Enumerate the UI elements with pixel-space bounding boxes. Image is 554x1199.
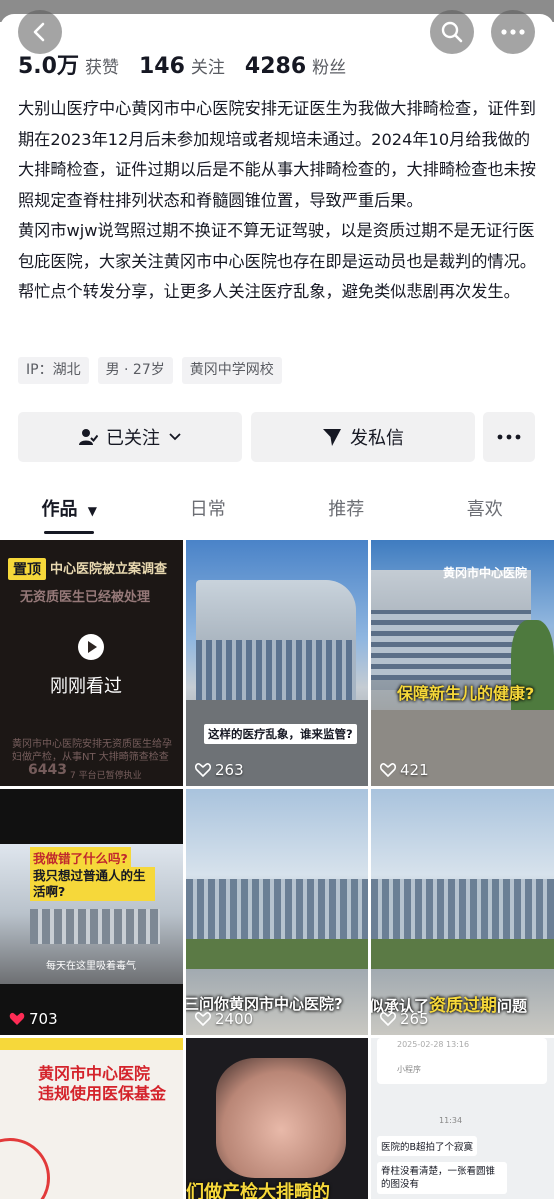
video-overlay-text: 每天在这里吸着毒气 [46, 961, 136, 972]
school-tag[interactable]: 黄冈中学网校 [181, 357, 282, 384]
video-overlay-text: 我做错了什么吗? [30, 847, 131, 868]
caret-down-icon: ▼ [87, 504, 97, 518]
chat-message: 医院的B超拍了个寂寞 [377, 1136, 478, 1156]
like-count: 263 [195, 761, 244, 779]
following-count[interactable]: 146 [139, 54, 185, 79]
user-check-icon [79, 429, 98, 445]
tab-underline [44, 531, 95, 534]
video-overlay-text: 我只想过普通人的生活啊? [30, 867, 155, 901]
building-sign-text: 黄冈市中心医院 [443, 566, 528, 580]
like-count: 703 [9, 1010, 58, 1028]
video-thumbnail[interactable]: 黄冈市中心医院 违规使用医保基金 [0, 1038, 183, 1199]
video-overlay-text: 违规使用医保基金 [38, 1084, 167, 1103]
video-overlay-text: 保障新生儿的健康? [397, 684, 535, 703]
more-button[interactable] [491, 10, 535, 54]
tab-label: 日常 [189, 499, 226, 520]
building-windows [196, 640, 356, 700]
video-thumbnail[interactable]: 2025-02-28 13:16 小程序 11:34 医院的B超拍了个寂寞 脊柱… [371, 1038, 554, 1199]
more-actions-button[interactable] [483, 412, 535, 462]
lawn-shape [371, 939, 554, 969]
bio-paragraph: 黄冈市wjw说驾照过期不换证不算无证驾驶，以是资质过期不是无证行医包庇医院，大家… [18, 221, 536, 301]
caption-part: 问题 [497, 997, 528, 1015]
tab-label: 作品 [41, 499, 78, 520]
video-thumbnail[interactable]: 这样的医疗乱象，谁来监管? 263 [186, 540, 368, 786]
profile-stats: 5.0万 获赞 146 关注 4286 粉丝 [18, 48, 366, 80]
like-count-value: 2400 [215, 1010, 254, 1028]
chat-time: 11:34 [439, 1116, 463, 1125]
video-thumbnail[interactable]: 黄冈市中心医院 保障新生儿的健康? 421 [371, 540, 554, 786]
video-caption: 黄冈市中心医院安排无资质医生给孕妇做产检，从事NT 大排畸筛查检查 [12, 739, 172, 763]
video-grid: 置顶 中心医院被立案调查 无资质医生已经被处理 刚刚看过 黄冈市中心医院安排无资… [0, 540, 554, 1199]
caption-highlight: 资质过期 [429, 996, 498, 1016]
message-button[interactable]: 发私信 [251, 412, 475, 462]
search-button[interactable] [430, 10, 474, 54]
video-overlay-text: 无资质医生已经被处理 [20, 590, 151, 605]
follow-button[interactable]: 已关注 [18, 412, 242, 462]
follow-button-label: 已关注 [106, 428, 160, 449]
profile-bio: 大别山医疗中心黄冈市中心医院安排无证医生为我做大排畸检查，证件到期在2023年1… [18, 94, 538, 308]
tab-label: 喜欢 [466, 499, 503, 520]
video-thumbnail[interactable]: 置顶 中心医院被立案调查 无资质医生已经被处理 刚刚看过 黄冈市中心医院安排无资… [0, 540, 183, 786]
chat-message: 脊柱没看清楚，一张看圆锥的图没有 [377, 1162, 507, 1194]
content-tabs: 作品 ▼ 日常 推荐 喜欢 [0, 490, 554, 534]
chevron-down-icon [169, 433, 181, 441]
chat-date: 2025-02-28 13:16 [397, 1040, 470, 1049]
like-count-value: 703 [29, 1010, 58, 1028]
more-dots-icon [497, 434, 521, 440]
baby-photo [216, 1058, 346, 1178]
video-thumbnail[interactable]: 我做错了什么吗? 我只想过普通人的生活啊? 每天在这里吸着毒气 703 [0, 789, 183, 1035]
gender-age-tag: 男 · 27岁 [97, 357, 173, 384]
building-shape [30, 909, 160, 944]
like-count-value: 263 [215, 761, 244, 779]
video-overlay-text: 们做产检大排畸的 [186, 1182, 330, 1199]
chevron-left-icon [33, 22, 45, 42]
pinned-badge: 置顶 [8, 558, 46, 580]
tab-daily[interactable]: 日常 [139, 490, 278, 534]
video-thumbnail[interactable]: 似承认了资质过期问题 265 [371, 789, 554, 1035]
building-shape [371, 879, 554, 939]
video-thumbnail[interactable]: 们做产检大排畸的 [186, 1038, 368, 1199]
like-count-value: 265 [400, 1010, 429, 1028]
view-count: 6443 [28, 762, 67, 778]
like-count-value: 421 [400, 761, 429, 779]
followers-count[interactable]: 4286 [245, 54, 306, 79]
building-windows [371, 610, 531, 680]
video-overlay-text: 中心医院被立案调查 [50, 562, 168, 577]
tab-likes[interactable]: 喜欢 [416, 490, 554, 534]
heart-outline-icon [195, 1012, 211, 1026]
heart-outline-icon [380, 763, 396, 777]
mini-program-label: 小程序 [397, 1065, 421, 1074]
profile-tags: IP：湖北 男 · 27岁 黄冈中学网校 [18, 357, 282, 384]
tab-recommend[interactable]: 推荐 [277, 490, 416, 534]
search-icon [441, 21, 463, 43]
followers-label[interactable]: 粉丝 [312, 53, 346, 78]
heart-outline-icon [380, 1012, 396, 1026]
banner-strip [0, 1038, 183, 1050]
heart-filled-icon [9, 1012, 25, 1025]
video-overlay-text: 这样的医疗乱象，谁来监管? [204, 724, 357, 744]
likes-label: 获赞 [84, 58, 119, 78]
red-circle-mark [0, 1138, 50, 1199]
following-label[interactable]: 关注 [191, 53, 225, 78]
recently-watched-label: 刚刚看过 [50, 676, 122, 697]
likes-count: 5.0万 [18, 54, 79, 79]
like-count: 421 [380, 761, 429, 779]
building-shape [186, 879, 368, 939]
play-icon [78, 634, 104, 660]
more-dots-icon [501, 29, 525, 35]
video-caption: 7 平台已暂停执业 [70, 771, 142, 781]
like-count: 265 [380, 1010, 429, 1028]
lawn-shape [186, 939, 368, 969]
bio-paragraph: 大别山医疗中心黄冈市中心医院安排无证医生为我做大排畸检查，证件到期在2023年1… [18, 99, 536, 210]
like-count: 2400 [195, 1010, 253, 1028]
message-button-label: 发私信 [350, 428, 404, 449]
ip-tag: IP：湖北 [18, 357, 89, 384]
video-thumbnail[interactable]: 三问你黄冈市中心医院? 2400 [186, 789, 368, 1035]
send-icon [323, 429, 341, 446]
tab-works[interactable]: 作品 ▼ [0, 490, 139, 534]
heart-outline-icon [195, 763, 211, 777]
tab-label: 推荐 [328, 499, 365, 520]
